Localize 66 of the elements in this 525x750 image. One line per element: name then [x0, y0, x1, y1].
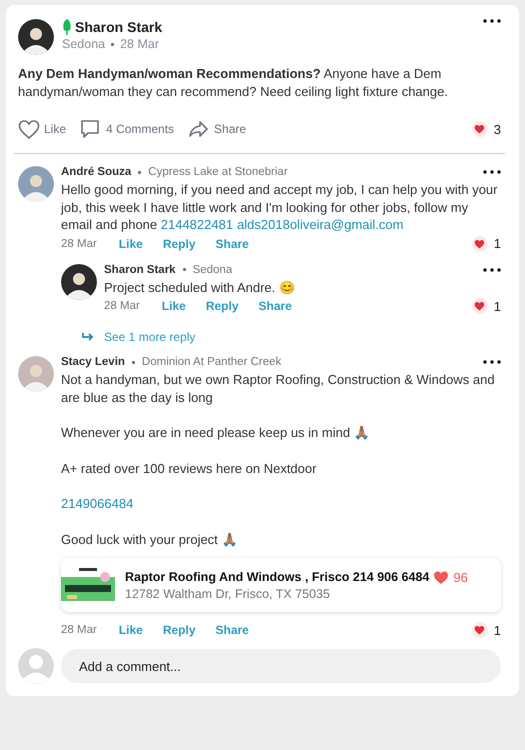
comment-date: 28 Mar	[61, 238, 97, 250]
author-name: Sharon Stark	[75, 19, 162, 35]
commenter-location: Sedona	[192, 264, 232, 276]
share-button[interactable]: Share	[216, 236, 249, 250]
tree-icon	[62, 19, 72, 35]
heart-icon	[474, 301, 486, 311]
more-options-icon[interactable]	[483, 19, 501, 23]
reply-arrow-icon	[82, 332, 94, 342]
comment-date: 28 Mar	[104, 300, 140, 312]
comment-button[interactable]: 4 Comments	[80, 119, 174, 139]
heart-outline-icon	[18, 119, 40, 139]
reply-button[interactable]: Reply	[206, 299, 238, 313]
more-options-icon[interactable]	[483, 268, 501, 272]
avatar	[61, 264, 97, 300]
comment-date: 28 Mar	[61, 624, 97, 636]
comment-text: A+ rated over 100 reviews here on Nextdoor	[61, 460, 318, 477]
dot-separator-icon	[130, 360, 136, 364]
link[interactable]: alds2018oliveira@gmail.com	[237, 217, 404, 232]
favorite-count: 96	[453, 570, 468, 584]
share-button[interactable]: Share	[258, 299, 292, 313]
dot-separator-icon	[110, 42, 116, 46]
share-button[interactable]: Share	[188, 119, 246, 139]
comment-text: Whenever you are in need please keep us in mind 🙏🏽	[61, 424, 371, 442]
reaction-count: 1	[494, 298, 501, 314]
location: Sedona	[62, 37, 106, 51]
reaction-count: 1	[494, 236, 501, 251]
reaction-count: 1	[494, 622, 501, 638]
link[interactable]: 2144822481	[160, 217, 234, 232]
share-button[interactable]: Share	[216, 623, 249, 637]
like-button[interactable]: Like	[18, 119, 66, 139]
avatar	[18, 648, 54, 684]
link[interactable]: 2149066484	[61, 496, 134, 511]
comment-text: Project scheduled with Andre. 😊	[104, 278, 296, 296]
business-name: Raptor Roofing And Windows , Frisco 214 906 6484	[125, 570, 430, 584]
heart-icon	[474, 238, 486, 248]
like-button[interactable]: Like	[118, 236, 143, 250]
comment-text: Good luck with your project 🙏🏽	[61, 530, 238, 548]
reaction-count: 3	[494, 122, 501, 136]
reply-button[interactable]: Reply	[162, 236, 196, 250]
commenter-name: André Souza	[61, 166, 132, 178]
dot-separator-icon	[137, 170, 142, 174]
commenter-location: Cypress Lake at Stonebriar	[148, 166, 288, 178]
commenter-name: Stacy Levin	[61, 356, 125, 368]
business-card[interactable]: Raptor Roofing And Windows , Frisco 214 906 6484 96 12782 Waltham Dr, Frisco, TX 75035	[61, 558, 501, 612]
like-button[interactable]: Like	[162, 299, 186, 313]
commenter-name: Sharon Stark	[104, 264, 176, 276]
comment-text: Hello good morning, if you need and accept my job, I can help you with your job, this week I have little work and I'm looking for other jobs, follow my email and phone 2144822481 alds2018oliveira@gmail.com	[61, 181, 498, 234]
avatar	[18, 19, 54, 55]
dot-separator-icon	[182, 267, 187, 272]
post-date: 28 Mar	[120, 37, 160, 51]
heart-icon	[433, 570, 450, 584]
more-options-icon[interactable]	[483, 360, 501, 364]
avatar	[18, 166, 54, 202]
business-address: 12782 Waltham Dr, Frisco, TX 75035	[125, 586, 331, 600]
heart-icon	[474, 625, 486, 635]
heart-icon	[474, 124, 486, 134]
see-more-replies-link[interactable]: See 1 more reply	[104, 330, 196, 344]
share-arrow-icon	[188, 119, 210, 139]
comment-field[interactable]: Add a comment...	[61, 649, 501, 683]
avatar	[18, 356, 54, 392]
commenter-location: Dominion At Panther Creek	[142, 356, 282, 368]
reply-button[interactable]: Reply	[162, 623, 196, 637]
comment-text: Not a handyman, but we own Raptor Roofing, Construction & Windows and are blue as the day is long	[61, 371, 496, 406]
more-options-icon[interactable]	[483, 170, 501, 174]
post-text: Any Dem Handyman/woman Recommendations? Anyone have a Dem handyman/woman they can recommend? Need ceiling light fixture change.	[18, 65, 449, 101]
like-button[interactable]: Like	[118, 623, 143, 637]
